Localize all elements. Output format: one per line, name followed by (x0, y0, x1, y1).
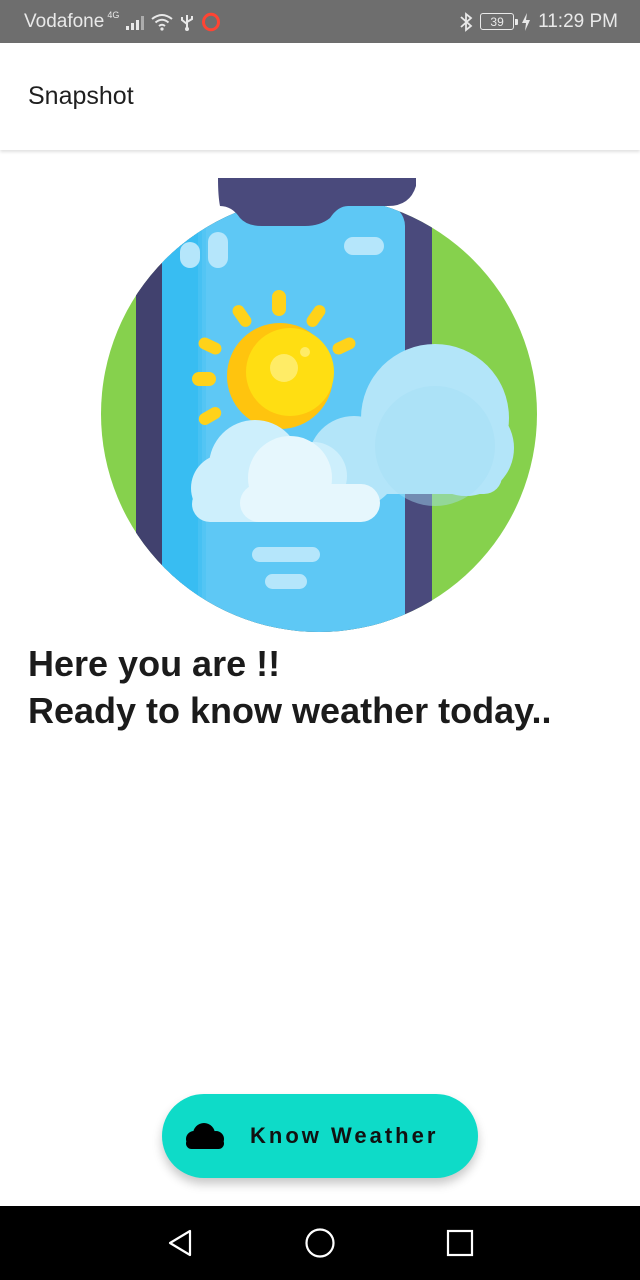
home-icon (305, 1228, 335, 1258)
status-right: 39 11:29 PM (459, 11, 618, 33)
cloud-icon (186, 1123, 224, 1149)
app-title: Snapshot (28, 82, 134, 110)
network-type: 4G (107, 9, 120, 20)
recents-button[interactable] (440, 1223, 480, 1263)
app-bar: Snapshot (0, 43, 640, 150)
know-weather-label: Know Weather (250, 1123, 439, 1148)
weather-phone-illustration (101, 178, 537, 632)
back-icon (168, 1229, 192, 1257)
screen: Vodafone 4G 39 11:29 PM Snapshot Here yo… (0, 0, 640, 1280)
charging-icon (522, 12, 531, 31)
headline-line-1: Here you are !! (28, 643, 281, 684)
headline: Here you are !! Ready to know weather to… (28, 640, 618, 734)
status-left: Vodafone 4G (24, 9, 221, 33)
carrier-name: Vodafone (24, 10, 105, 32)
signal-icon (126, 14, 145, 30)
battery-icon: 39 (480, 13, 519, 30)
back-button[interactable] (160, 1223, 200, 1263)
battery-level: 39 (490, 14, 504, 29)
status-bar: Vodafone 4G 39 11:29 PM (0, 0, 640, 43)
wifi-icon (151, 13, 173, 31)
navigation-bar (0, 1206, 640, 1280)
opera-icon (202, 12, 221, 31)
bluetooth-icon (460, 11, 473, 32)
recents-icon (446, 1229, 474, 1257)
usb-icon (181, 14, 194, 31)
status-time: 11:29 PM (538, 10, 618, 32)
know-weather-button[interactable]: Know Weather (162, 1094, 478, 1178)
headline-line-2: Ready to know weather today.. (28, 690, 552, 731)
home-button[interactable] (300, 1223, 340, 1263)
